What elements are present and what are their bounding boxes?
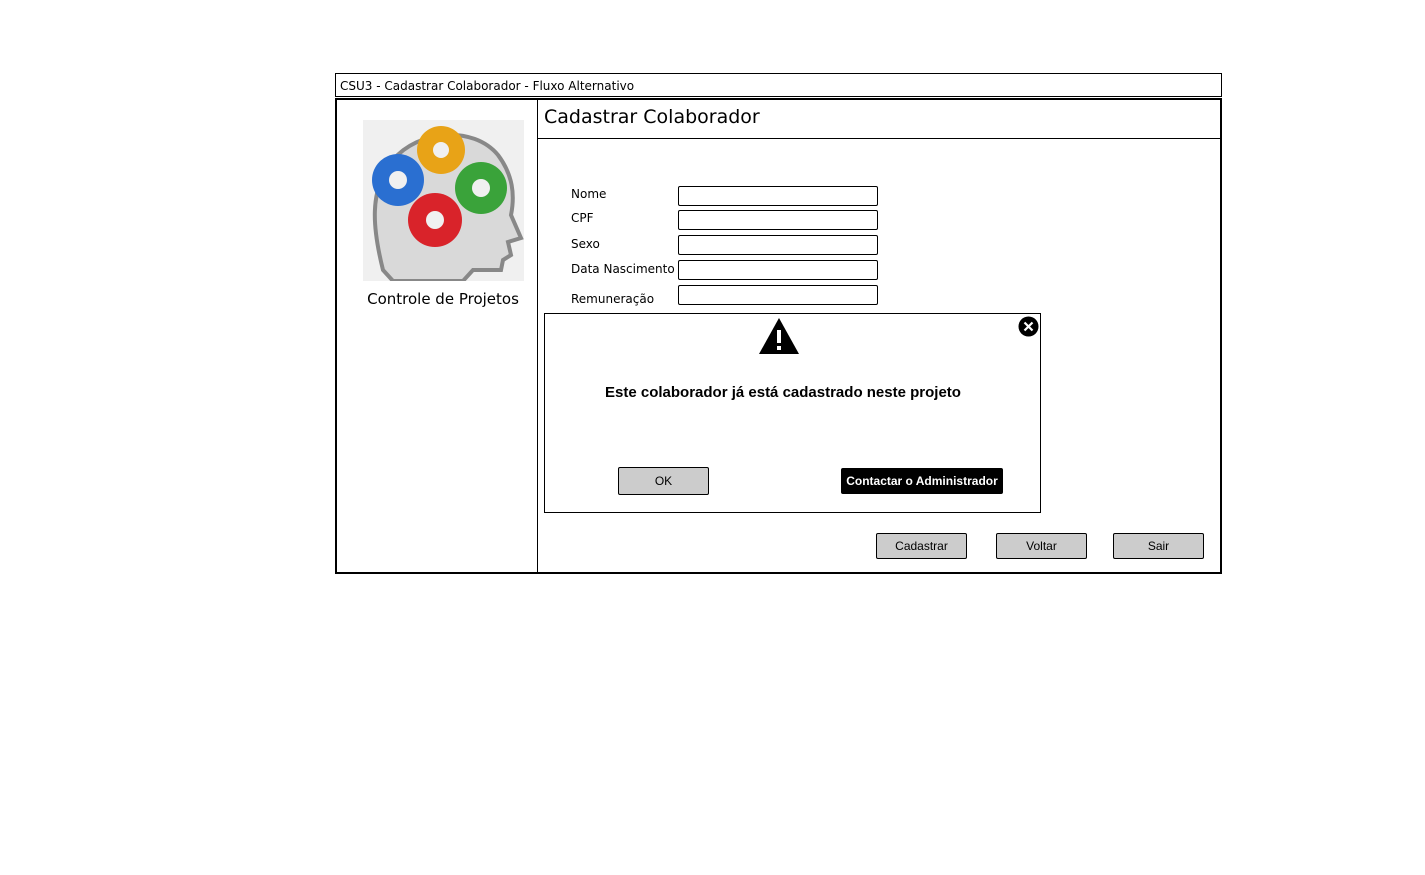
close-icon[interactable] [1018,316,1039,337]
label-remuneracao: Remuneração [571,292,655,306]
label-cpf: CPF [571,211,594,225]
sair-button[interactable]: Sair [1113,533,1204,559]
label-nome: Nome [571,187,607,201]
sidebar-caption: Controle de Projetos [367,290,519,308]
page-title: Cadastrar Colaborador [544,106,760,128]
contact-admin-button[interactable]: Contactar o Administrador [841,468,1003,494]
dialog-message: Este colaborador já está cadastrado nest… [605,384,961,401]
content-header: Cadastrar Colaborador [538,100,1220,139]
warning-dialog: Este colaborador já está cadastrado nest… [544,313,1041,513]
sidebar: Controle de Projetos [337,100,538,572]
ok-button[interactable]: OK [618,467,709,495]
gears-head-logo-icon [363,120,524,283]
cadastrar-button[interactable]: Cadastrar [876,533,967,559]
voltar-button[interactable]: Voltar [996,533,1087,559]
warning-icon [757,316,801,356]
window-title: CSU3 - Cadastrar Colaborador - Fluxo Alt… [335,73,1222,97]
nome-field[interactable] [678,186,878,206]
remuneracao-field[interactable] [678,285,878,305]
data-nascimento-field[interactable] [678,260,878,280]
sexo-field[interactable] [678,235,878,255]
cpf-field[interactable] [678,210,878,230]
label-data-nascimento: Data Nascimento [571,262,675,276]
label-sexo: Sexo [571,237,600,251]
